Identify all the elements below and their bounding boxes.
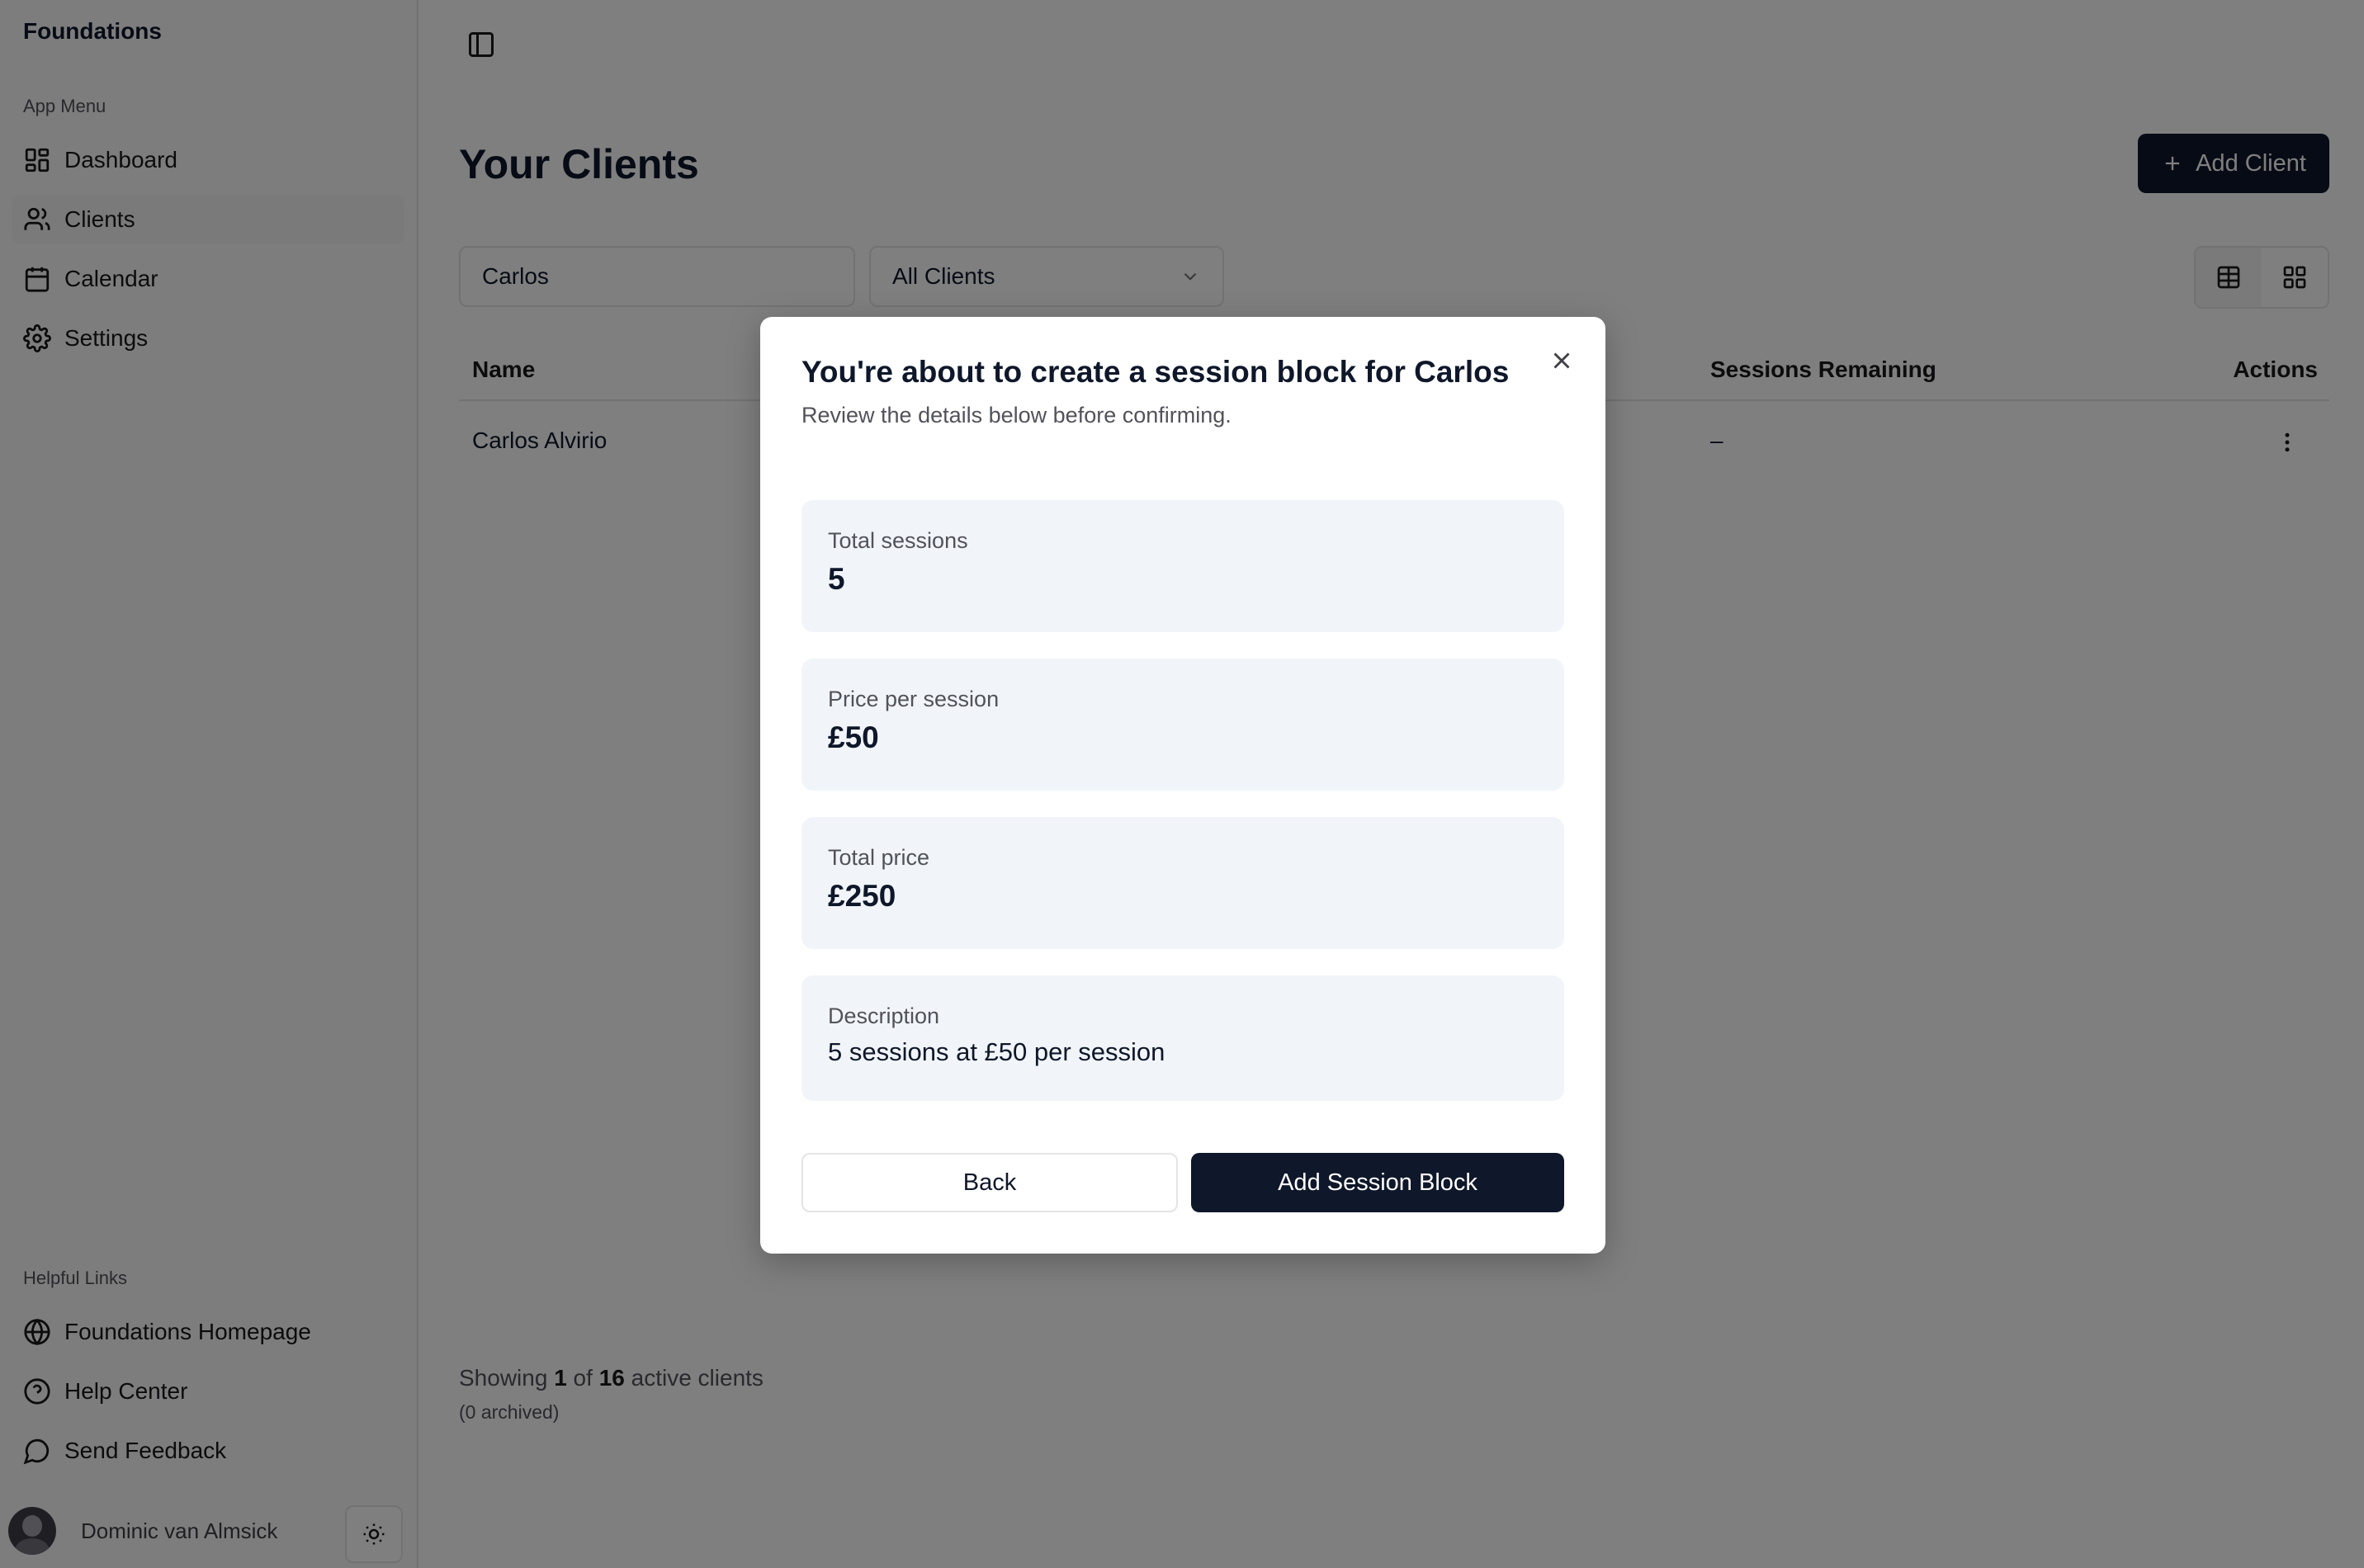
field-value: £250 — [828, 879, 896, 913]
back-button[interactable]: Back — [801, 1153, 1178, 1212]
field-value: 5 sessions at £50 per session — [828, 1037, 1165, 1066]
total-price-box: Total price £250 — [801, 817, 1564, 949]
price-per-session-box: Price per session £50 — [801, 659, 1564, 791]
field-label: Description — [828, 1004, 940, 1028]
field-label: Total sessions — [828, 528, 968, 553]
add-session-block-button[interactable]: Add Session Block — [1191, 1153, 1564, 1212]
dialog-title: You're about to create a session block f… — [801, 355, 1510, 389]
field-value: £50 — [828, 720, 879, 754]
total-sessions-box: Total sessions 5 — [801, 500, 1564, 632]
dialog-subtitle: Review the details below before confirmi… — [801, 403, 1232, 427]
field-label: Total price — [828, 845, 930, 870]
description-box: Description 5 sessions at £50 per sessio… — [801, 975, 1564, 1101]
close-icon[interactable] — [1548, 347, 1576, 375]
field-label: Price per session — [828, 687, 1000, 711]
field-value: 5 — [828, 562, 845, 596]
create-session-block-dialog: You're about to create a session block f… — [760, 317, 1605, 1254]
